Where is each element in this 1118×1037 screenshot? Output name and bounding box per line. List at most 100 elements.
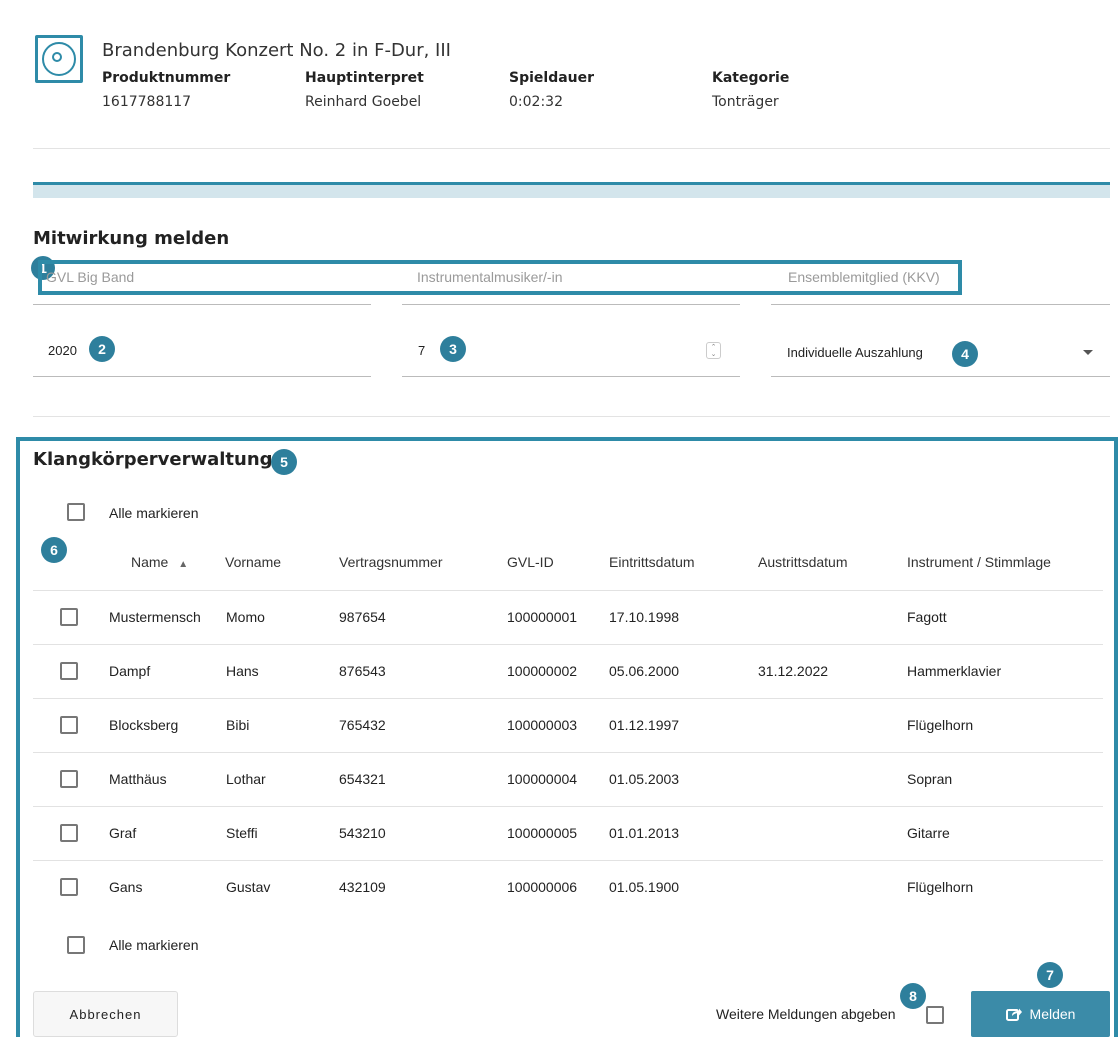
membership-field-underline: [771, 304, 1110, 305]
sort-ascending-icon: ▲: [178, 559, 189, 570]
cell-vertragsnummer: 432109: [339, 879, 386, 895]
cell-instrument: Gitarre: [907, 825, 950, 841]
cell-instrument: Flügelhorn: [907, 717, 974, 733]
cell-name: Matthäus: [109, 771, 167, 787]
year-input[interactable]: 2020: [48, 343, 77, 358]
annotation-badge-2: 2: [89, 336, 115, 362]
divider: [33, 416, 1110, 417]
cell-name: Dampf: [109, 663, 151, 679]
count-input-underline: [402, 376, 740, 377]
cell-gvl-id: 100000001: [507, 609, 578, 625]
cell-eintrittsdatum: 01.12.1997: [609, 717, 680, 733]
cell-vertragsnummer: 876543: [339, 663, 386, 679]
annotation-badge-5: 5: [271, 449, 297, 475]
cell-vertragsnummer: 543210: [339, 825, 386, 841]
ensemble-field: GVL Big Band: [46, 269, 135, 285]
column-header-name[interactable]: Name ▲: [131, 554, 188, 570]
select-all-label-bottom: Alle markieren: [109, 937, 199, 953]
chevron-down-icon[interactable]: [1083, 350, 1093, 355]
membership-field: Ensemblemitglied (KKV): [788, 269, 940, 285]
annotation-badge-3: 3: [440, 336, 466, 362]
submit-button-label: Melden: [1029, 1006, 1076, 1022]
header-divider: [33, 590, 1103, 591]
duration-label: Spieldauer: [509, 70, 595, 86]
annotation-badge-4: 4: [952, 341, 978, 367]
more-reports-label: Weitere Meldungen abgeben: [716, 1006, 896, 1022]
row-checkbox[interactable]: [60, 824, 78, 842]
cell-gvl-id: 100000002: [507, 663, 578, 679]
cell-vertragsnummer: 765432: [339, 717, 386, 733]
column-header-instrument[interactable]: Instrument / Stimmlage: [907, 554, 1051, 570]
cell-eintrittsdatum: 17.10.1998: [609, 609, 680, 625]
cell-vorname: Lothar: [226, 771, 266, 787]
cell-eintrittsdatum: 01.05.2003: [609, 771, 680, 787]
cell-name: Graf: [109, 825, 137, 841]
annotation-badge-7: 7: [1037, 962, 1063, 988]
cell-vorname: Steffi: [226, 825, 258, 841]
more-reports-checkbox[interactable]: [926, 1006, 944, 1024]
role-field-underline: [402, 304, 740, 305]
cell-instrument: Flügelhorn: [907, 879, 974, 895]
cell-gvl-id: 100000006: [507, 879, 578, 895]
product-number-label: Produktnummer: [102, 70, 231, 86]
payout-select[interactable]: Individuelle Auszahlung: [787, 345, 923, 360]
duration-value: 0:02:32: [509, 94, 563, 110]
cell-name: Gans: [109, 879, 143, 895]
category-label: Kategorie: [712, 70, 790, 86]
section-separator-bar: [33, 182, 1110, 198]
role-field: Instrumentalmusiker/-in: [417, 269, 563, 285]
submit-button[interactable]: Melden: [971, 991, 1110, 1037]
column-header-gvl-id[interactable]: GVL-ID: [507, 554, 554, 570]
main-artist-label: Hauptinterpret: [305, 70, 424, 86]
select-all-checkbox-bottom[interactable]: [67, 936, 85, 954]
cell-eintrittsdatum: 01.05.1900: [609, 879, 680, 895]
cell-gvl-id: 100000003: [507, 717, 578, 733]
select-all-checkbox-top[interactable]: [67, 503, 85, 521]
cell-name: Mustermensch: [109, 609, 201, 625]
main-artist-value: Reinhard Goebel: [305, 94, 422, 110]
row-checkbox[interactable]: [60, 662, 78, 680]
cell-vorname: Hans: [226, 663, 259, 679]
row-divider: [33, 698, 1103, 699]
share-icon: [1005, 1008, 1022, 1021]
ensemble-field-underline: [33, 304, 371, 305]
cell-vorname: Gustav: [226, 879, 271, 895]
section-title-participation: Mitwirkung melden: [33, 228, 230, 249]
row-divider: [33, 752, 1103, 753]
row-checkbox[interactable]: [60, 608, 78, 626]
cell-austrittsdatum: 31.12.2022: [758, 663, 829, 679]
annotation-badge-8: 8: [900, 983, 926, 1009]
year-input-underline: [33, 376, 371, 377]
row-divider: [33, 806, 1103, 807]
row-checkbox[interactable]: [60, 878, 78, 896]
column-header-eintrittsdatum[interactable]: Eintrittsdatum: [609, 554, 695, 570]
row-checkbox[interactable]: [60, 716, 78, 734]
column-header-vorname[interactable]: Vorname: [225, 554, 281, 570]
cell-instrument: Fagott: [907, 609, 947, 625]
column-header-vertragsnummer[interactable]: Vertragsnummer: [339, 554, 442, 570]
vinyl-record-icon: [35, 35, 83, 83]
category-value: Tonträger: [712, 94, 779, 110]
cell-name: Blocksberg: [109, 717, 179, 733]
row-divider: [33, 860, 1103, 861]
product-title: Brandenburg Konzert No. 2 in F-Dur, III: [102, 40, 451, 61]
row-checkbox[interactable]: [60, 770, 78, 788]
row-divider: [33, 644, 1103, 645]
column-header-austrittsdatum[interactable]: Austrittsdatum: [758, 554, 847, 570]
cell-instrument: Sopran: [907, 771, 953, 787]
cell-instrument: Hammerklavier: [907, 663, 1002, 679]
count-input[interactable]: 7: [418, 343, 425, 358]
cell-vertragsnummer: 987654: [339, 609, 386, 625]
cell-gvl-id: 100000005: [507, 825, 578, 841]
number-spinner-icon[interactable]: ⌃ ⌄: [706, 342, 721, 359]
section-title-ensemble-management: Klangkörperverwaltung: [33, 449, 273, 470]
cell-vorname: Bibi: [226, 717, 250, 733]
select-all-label-top: Alle markieren: [109, 505, 199, 521]
cancel-button[interactable]: Abbrechen: [33, 991, 178, 1037]
cell-vertragsnummer: 654321: [339, 771, 386, 787]
payout-select-underline: [771, 376, 1110, 377]
cell-gvl-id: 100000004: [507, 771, 578, 787]
annotation-badge-6: 6: [41, 537, 67, 563]
product-number-value: 1617788117: [102, 94, 192, 110]
cell-vorname: Momo: [226, 609, 265, 625]
